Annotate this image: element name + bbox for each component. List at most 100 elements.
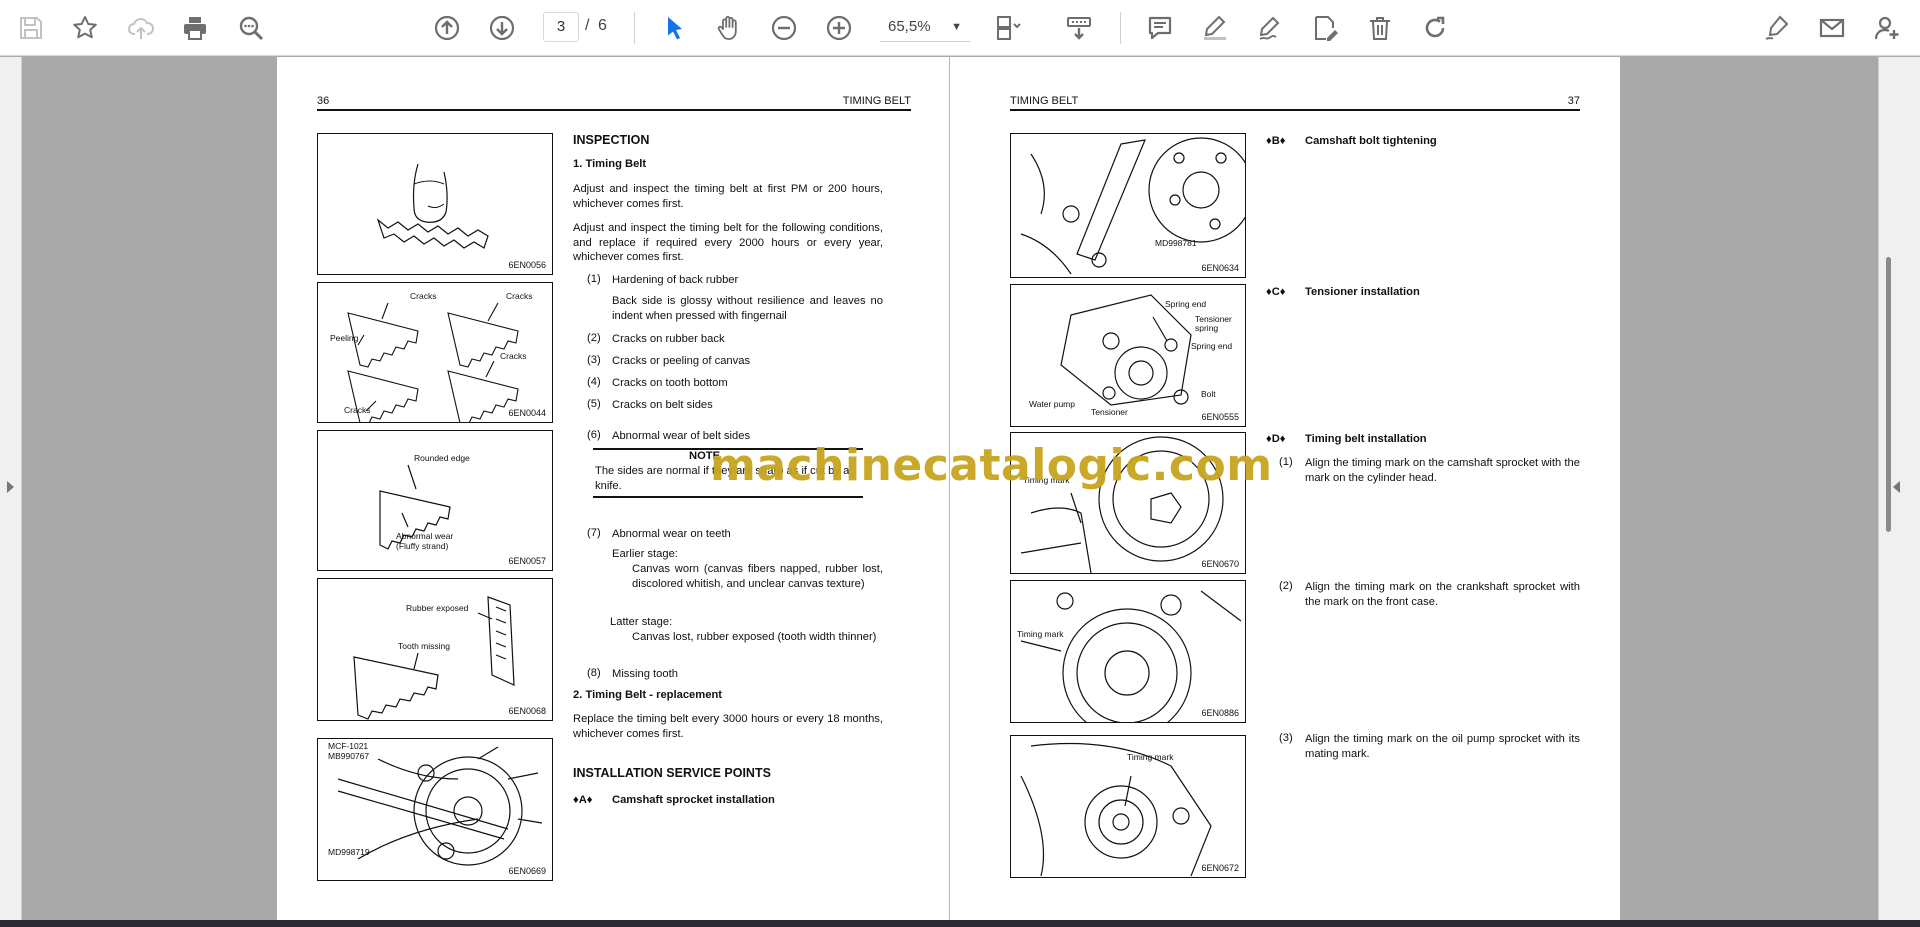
find-zoom-icon <box>239 16 264 41</box>
print-icon <box>184 17 206 40</box>
next-page-button[interactable] <box>483 9 521 47</box>
scroll-mode-button[interactable] <box>1060 9 1098 47</box>
save-button[interactable] <box>12 9 50 47</box>
page-separator: / <box>585 17 590 34</box>
note-rule <box>593 496 863 498</box>
chevron-down-icon: ▼ <box>951 21 962 33</box>
figure-label: Cracks <box>500 351 527 361</box>
rotate-button[interactable] <box>1416 9 1454 47</box>
list-item: Abnormal wear on teeth <box>612 528 731 540</box>
section-title-installation: INSTALLATION SERVICE POINTS <box>573 766 771 780</box>
cloud-upload-icon <box>128 18 154 39</box>
step-title: Camshaft sprocket installation <box>612 794 775 806</box>
header-rule <box>317 109 911 111</box>
page-number-input[interactable]: 3 <box>543 12 579 42</box>
list-number: (3) <box>1279 732 1293 744</box>
figure-label: (Fluffy strand) <box>396 541 449 551</box>
toolbar-divider <box>634 12 635 44</box>
paragraph: Replace the timing belt every 3000 hours… <box>573 713 883 740</box>
figure-label: Rounded edge <box>414 453 470 463</box>
figure-tensioner: Spring end Tensioner spring Spring end B… <box>1010 284 1246 427</box>
list-item: Cracks on belt sides <box>612 399 713 411</box>
figure-code: 6EN0555 <box>1201 412 1239 422</box>
list-item: Align the timing mark on the oil pump sp… <box>1305 733 1580 760</box>
list-item: Align the timing mark on the camshaft sp… <box>1305 457 1580 484</box>
list-number: (2) <box>1279 580 1293 592</box>
left-panel-toggle[interactable] <box>0 57 22 920</box>
fill-sign-button[interactable] <box>1758 9 1796 47</box>
page-header-title: TIMING BELT <box>1010 95 1079 107</box>
step-title: Timing belt installation <box>1305 433 1427 445</box>
figure-oil-pump-timing-mark: Timing mark 6EN0672 <box>1010 735 1246 878</box>
share-user-button[interactable] <box>1868 9 1906 47</box>
list-number: (5) <box>587 398 601 410</box>
vertical-scrollbar[interactable] <box>1886 257 1891 532</box>
print-button[interactable] <box>176 9 214 47</box>
stamp-button[interactable] <box>1306 9 1344 47</box>
page-header-title: TIMING BELT <box>842 95 911 107</box>
draw-button[interactable] <box>1251 9 1289 47</box>
figure-label: Timing mark <box>1127 752 1174 762</box>
add-user-icon <box>1874 16 1899 40</box>
bottom-bar <box>0 920 1920 927</box>
delete-button[interactable] <box>1361 9 1399 47</box>
figure-label: Tooth missing <box>398 641 450 651</box>
paragraph: Adjust and inspect the timing belt for t… <box>573 222 883 263</box>
figure-label: Cracks <box>506 291 533 301</box>
stage-label: Latter stage: <box>610 616 673 628</box>
list-number: (1) <box>587 273 601 285</box>
figure-code: 6EN0068 <box>508 706 546 716</box>
highlight-button[interactable] <box>1196 9 1234 47</box>
page-up-icon <box>434 15 460 41</box>
highlight-pen-icon <box>1204 15 1226 40</box>
bookmark-button[interactable] <box>66 9 104 47</box>
stage-text: Canvas worn (canvas fibers napped, rubbe… <box>632 563 883 590</box>
header-rule <box>1010 109 1580 111</box>
right-panel-toggle[interactable] <box>1878 57 1920 920</box>
zoom-in-button[interactable] <box>820 9 858 47</box>
select-cursor-icon <box>668 17 682 40</box>
stamp-icon <box>1315 16 1338 41</box>
previous-page-button[interactable] <box>428 9 466 47</box>
scroll-mode-icon <box>1067 17 1091 40</box>
list-item-detail: Back side is glossy without resilience a… <box>612 295 883 322</box>
step-title: Tensioner installation <box>1305 286 1420 298</box>
figure-label: Bolt <box>1201 389 1216 399</box>
figure-label: Water pump <box>1029 399 1075 409</box>
section-title-inspection: INSPECTION <box>573 133 650 147</box>
email-button[interactable] <box>1813 9 1851 47</box>
figure-code: 6EN0886 <box>1201 708 1239 718</box>
zoom-in-icon <box>826 15 852 41</box>
watermark: machinecatalogic.com <box>710 440 1273 491</box>
stage-text: Canvas lost, rubber exposed (tooth width… <box>632 631 877 643</box>
figure-belt-cracks: Cracks Cracks Peeling Cracks Cracks 6EN0… <box>317 282 553 423</box>
subsection-timing-belt: 1. Timing Belt <box>573 158 647 170</box>
figure-label: Spring end <box>1191 341 1233 351</box>
list-number: (7) <box>587 527 601 539</box>
figure-code: 6EN0672 <box>1201 863 1239 873</box>
figure-crankshaft-timing-mark: Timing mark 6EN0886 <box>1010 580 1246 723</box>
figure-code: 6EN0056 <box>508 260 546 270</box>
zoom-out-button[interactable] <box>765 9 803 47</box>
select-tool-button[interactable] <box>655 9 693 47</box>
page-number: 36 <box>317 95 330 107</box>
figure-label: MB990767 <box>328 751 370 761</box>
find-button[interactable] <box>232 9 270 47</box>
comment-button[interactable] <box>1141 9 1179 47</box>
list-number: (1) <box>1279 456 1293 468</box>
figure-sprocket-tool: MCF-1021 MB990767 MD998719 6EN0669 <box>317 738 553 881</box>
zoom-level-select[interactable]: 65,5% ▼ <box>880 12 970 42</box>
figure-label: Cracks <box>410 291 437 301</box>
figure-label: Tensioner spring <box>1195 314 1232 333</box>
list-number: (8) <box>587 667 601 679</box>
hand-pan-icon <box>717 16 737 40</box>
figure-label: Tensioner <box>1091 407 1128 417</box>
figure-label: Abnormal wear <box>396 531 454 541</box>
hand-tool-button[interactable] <box>710 9 748 47</box>
upload-button[interactable] <box>122 9 160 47</box>
list-item: Align the timing mark on the crankshaft … <box>1305 581 1580 608</box>
toolbar-divider <box>1120 12 1121 44</box>
fit-page-button[interactable] <box>990 9 1028 47</box>
figure-label: Spring end <box>1165 299 1207 309</box>
paragraph: Adjust and inspect the timing belt at fi… <box>573 183 883 210</box>
